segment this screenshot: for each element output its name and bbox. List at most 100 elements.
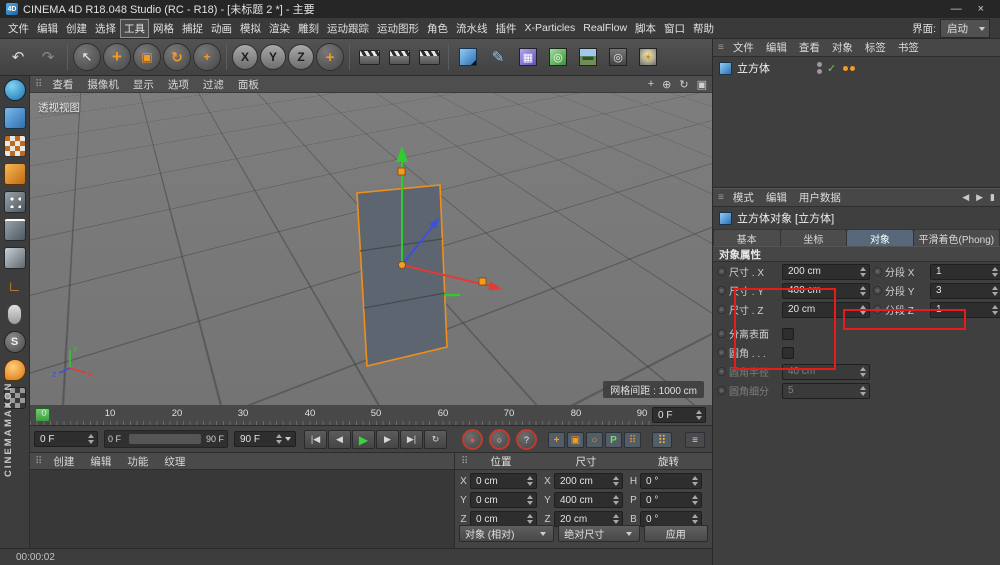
pan-view-icon[interactable]: + <box>648 78 654 91</box>
light-button[interactable]: ☀ <box>634 42 662 72</box>
go-to-start-button[interactable]: |◀ <box>304 430 327 449</box>
anim-toggle-icon[interactable] <box>717 348 726 357</box>
anim-toggle-icon[interactable] <box>873 305 882 314</box>
tab-coordinates[interactable]: 坐标 <box>781 230 847 246</box>
anim-toggle-icon[interactable] <box>717 386 726 395</box>
size-z-field[interactable]: 20 cm <box>782 302 870 318</box>
autokeying-button[interactable]: ○ <box>489 429 510 450</box>
menu-item-animate[interactable]: 动画 <box>207 19 236 38</box>
render-settings-button[interactable] <box>415 42 443 72</box>
current-frame-field[interactable]: 0 F <box>34 431 98 447</box>
go-to-end-button[interactable]: ▶| <box>400 430 423 449</box>
panel-grip-icon[interactable]: ≡ <box>718 42 724 53</box>
apply-button[interactable]: 应用 <box>644 525 708 542</box>
stepper-icon[interactable] <box>858 286 867 296</box>
material-menu-function[interactable]: 功能 <box>120 453 155 470</box>
menu-item-window[interactable]: 窗口 <box>660 19 689 38</box>
texture-mode-icon[interactable] <box>4 135 26 157</box>
timeline-ruler[interactable]: 0 10 20 30 40 50 60 70 80 90 0 F <box>30 405 712 426</box>
record-parameter-toggle[interactable]: P <box>605 432 622 448</box>
menu-item-tools[interactable]: 工具 <box>120 19 149 38</box>
scene-canvas[interactable]: Y X Z <box>30 76 712 405</box>
rotation-h-field[interactable]: 0 ° <box>640 473 702 489</box>
menu-item-snap[interactable]: 捕捉 <box>178 19 207 38</box>
stepper-icon[interactable] <box>990 305 999 315</box>
om-menu-tags[interactable]: 标签 <box>860 39 891 56</box>
points-mode-icon[interactable] <box>4 191 26 213</box>
history-forward-icon[interactable]: ▶ <box>976 192 983 203</box>
history-back-icon[interactable]: ◀ <box>962 192 969 203</box>
stepper-icon[interactable] <box>611 476 620 486</box>
menu-item-script[interactable]: 脚本 <box>631 19 660 38</box>
stepper-icon[interactable] <box>611 514 620 524</box>
menu-item-realflow[interactable]: RealFlow <box>579 20 631 36</box>
fillet-checkbox[interactable] <box>782 347 794 359</box>
stepper-icon[interactable] <box>525 514 534 524</box>
panel-grip-icon[interactable]: ≡ <box>718 192 724 203</box>
visibility-dots-icon[interactable] <box>817 62 822 74</box>
menu-item-create[interactable]: 创建 <box>62 19 91 38</box>
model-mode-icon[interactable] <box>4 107 26 129</box>
undo-button[interactable]: ↶ <box>4 42 32 72</box>
object-axis-mode-icon[interactable] <box>4 163 26 185</box>
menu-item-xparticles[interactable]: X-Particles <box>521 20 580 36</box>
axis-handle-dot[interactable] <box>479 278 486 285</box>
stepper-icon[interactable] <box>690 514 699 524</box>
record-scale-toggle[interactable]: ▣ <box>567 432 584 448</box>
axis-handle-dot[interactable] <box>398 168 405 175</box>
snap-enable-icon[interactable]: S <box>4 331 26 353</box>
viewport-menu-filter[interactable]: 过滤 <box>197 76 230 93</box>
chevron-down-icon[interactable] <box>285 437 291 441</box>
menu-item-mesh[interactable]: 网格 <box>149 19 178 38</box>
object-properties-header[interactable]: 对象属性 <box>713 246 1000 262</box>
om-menu-objects[interactable]: 对象 <box>827 39 858 56</box>
camera-button[interactable]: ◎ <box>604 42 632 72</box>
edges-mode-icon[interactable] <box>4 219 26 241</box>
deformer-button[interactable]: ◎ <box>544 42 572 72</box>
perspective-viewport[interactable]: ⠿ 查看 摄像机 显示 选项 过滤 面板 + ⊕ ↻ ▣ 透视视图 <box>30 76 712 405</box>
position-y-field[interactable]: 0 cm <box>470 492 537 508</box>
tab-object[interactable]: 对象 <box>847 230 913 246</box>
record-pla-toggle[interactable]: ⠿ <box>624 432 641 448</box>
add-cube-button[interactable] <box>454 42 482 72</box>
subdivision-surface-button[interactable]: ▦ <box>514 42 542 72</box>
object-tree-item-cube[interactable]: 立方体 ✓ <box>713 57 1000 79</box>
end-frame-field[interactable]: 90 F <box>234 431 296 447</box>
size-y-field[interactable]: 400 cm <box>554 492 623 508</box>
anim-toggle-icon[interactable] <box>873 267 882 276</box>
workplane-axis-icon[interactable]: ∟ <box>4 275 26 297</box>
segments-y-field[interactable]: 3 <box>930 283 1000 299</box>
render-picture-viewer-button[interactable] <box>385 42 413 72</box>
pen-spline-button[interactable]: ✎ <box>484 42 512 72</box>
lock-icon[interactable]: ▮ <box>990 192 995 203</box>
tab-basic[interactable]: 基本 <box>714 230 780 246</box>
last-tool-button[interactable]: + <box>193 43 221 71</box>
viewport-menu-options[interactable]: 选项 <box>162 76 195 93</box>
interface-dropdown[interactable]: 启动 <box>940 19 990 38</box>
viewport-menu-panel[interactable]: 面板 <box>232 76 265 93</box>
size-y-field[interactable]: 400 cm <box>782 283 870 299</box>
stepper-icon[interactable] <box>858 305 867 315</box>
rotate-tool-button[interactable]: ↻ <box>163 43 191 71</box>
object-manager-empty-area[interactable] <box>713 79 1000 187</box>
segments-z-field[interactable]: 1 <box>930 302 1000 318</box>
select-tool-button[interactable]: ↖ <box>73 43 101 71</box>
stepper-icon[interactable] <box>525 495 534 505</box>
panel-grip-icon[interactable]: ⠿ <box>35 79 42 90</box>
om-menu-bookmarks[interactable]: 书签 <box>893 39 924 56</box>
menu-item-character[interactable]: 角色 <box>423 19 452 38</box>
loop-playback-button[interactable]: ↻ <box>424 430 447 449</box>
record-keyframe-button[interactable]: ● <box>462 429 483 450</box>
menu-item-select[interactable]: 选择 <box>91 19 120 38</box>
material-menu-create[interactable]: 创建 <box>46 453 81 470</box>
am-menu-edit[interactable]: 编辑 <box>761 189 792 206</box>
z-axis-lock-button[interactable]: Z <box>288 44 314 70</box>
zoom-view-icon[interactable]: ⊕ <box>662 78 671 91</box>
am-menu-mode[interactable]: 模式 <box>728 189 759 206</box>
scale-tool-button[interactable]: ▣ <box>133 43 161 71</box>
timeline-frame-field[interactable]: 0 F <box>652 407 706 423</box>
am-menu-user-data[interactable]: 用户数据 <box>794 189 846 206</box>
stepper-icon[interactable] <box>990 286 999 296</box>
anim-toggle-icon[interactable] <box>717 267 726 276</box>
stepper-icon[interactable] <box>274 434 283 444</box>
